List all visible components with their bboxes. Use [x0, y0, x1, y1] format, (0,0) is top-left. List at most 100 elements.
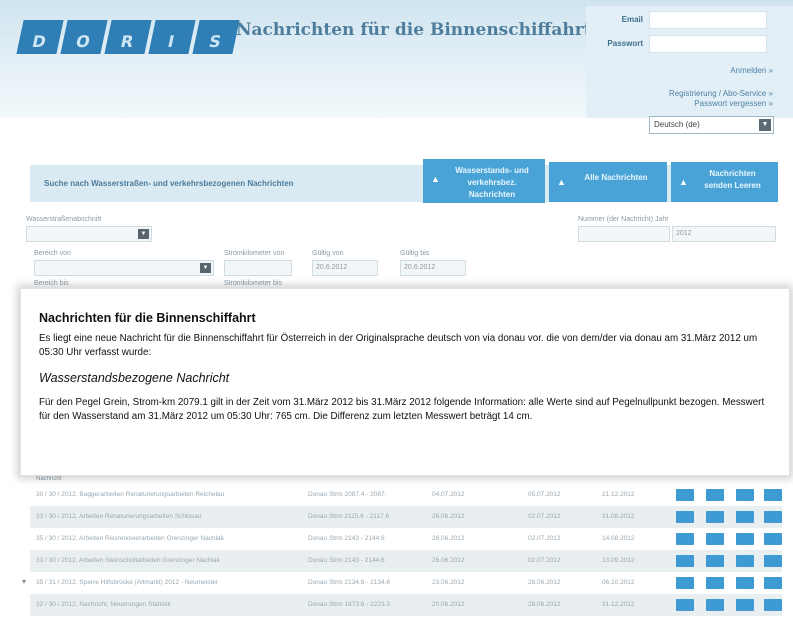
cell-date: 21.12.2012 — [602, 491, 635, 498]
cell-from: 23.06.2012 — [432, 579, 465, 586]
logo-letter: S — [192, 20, 240, 54]
cell-title: 32 / 30 / 2012, Nachricht, Neuerungen St… — [36, 601, 171, 608]
cell-to: 02.07.2012 — [528, 557, 561, 564]
row-action-button[interactable] — [736, 577, 754, 589]
doris-logo[interactable]: D O R I S — [16, 20, 240, 54]
table-row[interactable]: 35 / 30 / 2012, Arbeiten Rissrenovierarb… — [30, 528, 782, 550]
cell-date: 31.08.2012 — [602, 513, 635, 520]
cell-date: 13.09.2012 — [602, 557, 635, 564]
cell-km: Donau Strm 2143 - 2144.6 — [308, 557, 385, 564]
tab-label: Alle Nachrichten — [584, 173, 648, 182]
cell-to: 02.07.2012 — [528, 535, 561, 542]
row-action-button[interactable] — [676, 577, 694, 589]
number-input[interactable] — [578, 226, 670, 242]
cell-title: 35 / 30 / 2012, Arbeiten Rissrenovierarb… — [36, 535, 224, 542]
overlay-subtitle: Wasserstandsbezogene Nachricht — [39, 371, 230, 385]
password-field[interactable] — [649, 35, 767, 53]
valid-from-input[interactable]: 20.6.2012 — [312, 260, 378, 276]
km-from-label: Stromkilometer von — [224, 250, 285, 257]
row-action-button[interactable] — [764, 533, 782, 545]
cell-date: 06.10.2012 — [602, 579, 635, 586]
row-action-button[interactable] — [706, 489, 724, 501]
table-row[interactable]: 32 / 30 / 2012, Nachricht, Neuerungen St… — [30, 594, 782, 616]
row-action-button[interactable] — [764, 511, 782, 523]
row-action-button[interactable] — [706, 577, 724, 589]
email-field[interactable] — [649, 11, 767, 29]
search-tab-bar: Suche nach Wasserstraßen- und verkehrsbe… — [30, 159, 778, 203]
logo-letter: D — [16, 20, 64, 54]
password-label: Passwort — [607, 39, 643, 48]
table-row[interactable]: 33 / 30 / 2012, Arbeiten Renaturierungsa… — [30, 506, 782, 528]
row-action-button[interactable] — [764, 489, 782, 501]
message-overlay: Nachrichten für die Binnenschiffahrt Es … — [20, 288, 790, 476]
results-table: Nachricht 30 / 30 / 2012, Baggerarbeiten… — [22, 476, 782, 616]
tab-label: Wasserstands- und verkehrsbez. Nachricht… — [455, 166, 529, 199]
row-action-button[interactable] — [764, 577, 782, 589]
km-to-label: Stromkilometer bis — [224, 280, 282, 287]
row-action-button[interactable] — [676, 533, 694, 545]
row-action-button[interactable] — [736, 533, 754, 545]
row-action-button[interactable] — [676, 489, 694, 501]
logo-letter: I — [148, 20, 196, 54]
login-link[interactable]: Anmelden — [730, 66, 773, 75]
page-header: D O R I S Nachrichten für die Binnenschi… — [0, 0, 793, 118]
row-action-button[interactable] — [676, 599, 694, 611]
cell-from: 26.06.2012 — [432, 513, 465, 520]
table-row[interactable]: 35 / 31 / 2012, Sperre Hilfsbrücke (Altm… — [22, 572, 782, 594]
row-action-button[interactable] — [736, 555, 754, 567]
cell-km: Donau Strm 2087.4 - 2087. — [308, 491, 387, 498]
row-action-button[interactable] — [736, 599, 754, 611]
results-body: 30 / 30 / 2012, Baggerarbeiten Renaturie… — [22, 484, 782, 616]
cell-title: 33 / 30 / 2012, Arbeiten Steinschüttarbe… — [36, 557, 220, 564]
filter-form: Wasserstraßenabschnitt ▼ Bereich von ▼ B… — [20, 210, 780, 290]
row-action-button[interactable] — [736, 511, 754, 523]
row-action-button[interactable] — [706, 599, 724, 611]
cell-from: 04.07.2012 — [432, 491, 465, 498]
row-action-button[interactable] — [706, 533, 724, 545]
results-header: Nachricht — [36, 476, 62, 482]
login-panel: Email Passwort Anmelden Registrierung / … — [586, 6, 793, 118]
year-input[interactable]: 2012 — [672, 226, 776, 242]
site-title: Nachrichten für die Binnenschiffahrt — [236, 20, 592, 40]
cell-from: 26.06.2012 — [432, 557, 465, 564]
row-action-button[interactable] — [736, 489, 754, 501]
cell-km: Donau Strm 2143 - 2144.6 — [308, 535, 385, 542]
cell-date: 31.12.2012 — [602, 601, 635, 608]
range-from-select[interactable]: ▼ — [34, 260, 214, 276]
cell-km: Donau Strm 2134.6 - 2134.6 — [308, 579, 391, 586]
forgot-password-link[interactable]: Passwort vergessen — [694, 99, 773, 108]
table-row[interactable]: 33 / 30 / 2012, Arbeiten Steinschüttarbe… — [30, 550, 782, 572]
cell-to: 28.06.2012 — [528, 579, 561, 586]
tab-send-news[interactable]: ▲ Nachrichten senden Leeren — [671, 162, 778, 202]
email-row: Email — [586, 10, 793, 30]
language-select[interactable]: Deutsch (de) ▼ — [649, 116, 774, 134]
tab-all-news[interactable]: ▲ Alle Nachrichten — [549, 162, 667, 202]
cell-title: 30 / 30 / 2012, Baggerarbeiten Renaturie… — [36, 491, 225, 498]
tab-water-level-news[interactable]: ▲ Wasserstands- und verkehrsbez. Nachric… — [423, 159, 545, 203]
chevron-down-icon: ▼ — [200, 263, 211, 273]
language-value: Deutsch (de) — [654, 120, 700, 129]
table-row[interactable]: 30 / 30 / 2012, Baggerarbeiten Renaturie… — [30, 484, 782, 506]
arrow-up-icon: ▲ — [431, 174, 440, 184]
cell-to: 05.07.2012 — [528, 491, 561, 498]
valid-to-input[interactable]: 20.6.2012 — [400, 260, 466, 276]
number-year-label: Nummer (der Nachricht) Jahr — [578, 216, 669, 223]
waterway-select[interactable]: ▼ — [26, 226, 152, 242]
row-action-button[interactable] — [764, 555, 782, 567]
overlay-title: Nachrichten für die Binnenschiffahrt — [39, 311, 256, 325]
valid-from-label: Gültig von — [312, 250, 344, 257]
register-link[interactable]: Registrierung / Abo-Service — [669, 89, 773, 98]
waterway-label: Wasserstraßenabschnitt — [26, 216, 102, 223]
cell-from: 26.06.2012 — [432, 535, 465, 542]
row-action-button[interactable] — [706, 555, 724, 567]
cell-km: Donau Strm 1873.6 - 2223.3 — [308, 601, 391, 608]
search-title: Suche nach Wasserstraßen- und verkehrsbe… — [44, 179, 294, 188]
cell-title: 33 / 30 / 2012, Arbeiten Renaturierungsa… — [36, 513, 202, 520]
row-action-button[interactable] — [676, 511, 694, 523]
row-action-button[interactable] — [676, 555, 694, 567]
row-action-button[interactable] — [706, 511, 724, 523]
arrow-up-icon: ▲ — [679, 177, 688, 187]
km-from-input[interactable] — [224, 260, 292, 276]
email-label: Email — [621, 15, 643, 24]
row-action-button[interactable] — [764, 599, 782, 611]
